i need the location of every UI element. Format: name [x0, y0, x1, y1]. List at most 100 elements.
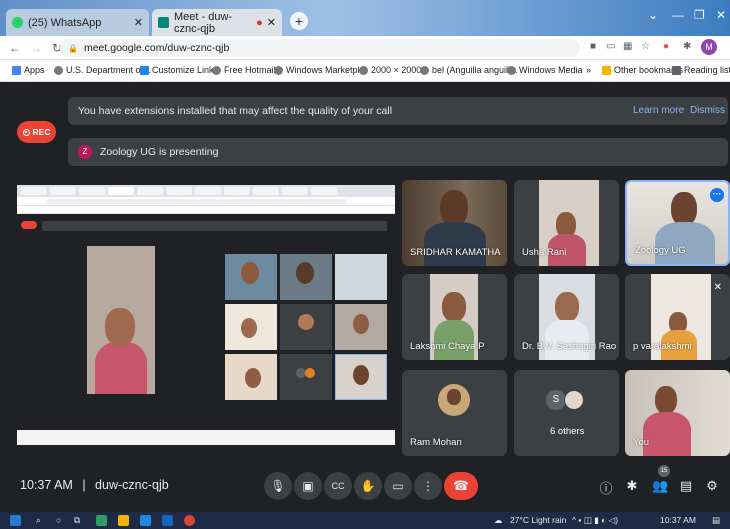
participant-tile[interactable]: Ram Mohan	[402, 370, 507, 456]
task-view-icon[interactable]: ⧉	[74, 515, 80, 526]
url-input[interactable]: 🔒 meet.google.com/duw-cznc-qjb	[60, 39, 580, 57]
camera-icon[interactable]: ■	[590, 41, 596, 52]
shared-tab	[195, 187, 221, 195]
more-options-icon[interactable]: ···	[710, 188, 724, 202]
screen: (25) WhatsApp ✕ Meet - duw-cznc-qjb ● ✕ …	[0, 0, 730, 529]
globe-icon	[212, 65, 221, 75]
person-shape	[440, 190, 468, 226]
puzzle-icon[interactable]: ✱	[683, 41, 691, 52]
learn-more-link[interactable]: Learn more	[633, 105, 684, 116]
system-clock[interactable]: 10:37 AM	[660, 515, 696, 525]
star-icon[interactable]: ☆	[641, 41, 650, 52]
bookmark-hotmail[interactable]: Free Hotmail	[212, 65, 276, 75]
tab-meet[interactable]: Meet - duw-cznc-qjb ● ✕	[152, 9, 282, 36]
shared-tile	[225, 254, 277, 300]
globe-icon	[359, 65, 368, 75]
participant-tile[interactable]: Usha Rani	[514, 180, 619, 266]
notifications-icon[interactable]: ▤	[712, 515, 720, 526]
shared-tab	[282, 187, 308, 195]
participant-tile[interactable]: SRIDHAR KAMATHA	[402, 180, 507, 266]
person-shape	[245, 368, 261, 388]
tab-whatsapp[interactable]: (25) WhatsApp ✕	[6, 9, 149, 36]
shared-screen	[17, 185, 395, 445]
bookmark-anguilla[interactable]: bel (Anguilla anguill...	[420, 65, 518, 75]
participant-tile-self[interactable]: You	[625, 370, 730, 456]
new-tab-button[interactable]: +	[290, 12, 308, 30]
participant-tile-others[interactable]: S 6 others	[514, 370, 619, 456]
weather-icon: ☁	[494, 515, 503, 525]
others-label: 6 others	[550, 426, 585, 437]
mail-icon[interactable]	[140, 515, 151, 526]
bookmark-apps[interactable]: Apps	[12, 65, 45, 75]
bookmark-2000[interactable]: 2000 × 2000	[359, 65, 421, 75]
shared-tab	[79, 187, 105, 195]
chat-icon[interactable]: ▤	[678, 478, 694, 494]
qr-icon[interactable]: ▦	[623, 41, 632, 52]
system-tray-icons[interactable]: ^ ▪ ◫ ▮ ◐ ◁)	[572, 515, 618, 526]
back-icon[interactable]: ←	[9, 41, 21, 55]
host-controls-icon[interactable]: ⚙	[704, 478, 720, 494]
profile-avatar[interactable]: M	[701, 39, 717, 55]
bookmark-other[interactable]: Other bookmarks	[602, 65, 683, 75]
captions-button[interactable]: CC	[324, 472, 352, 500]
shared-taskbar	[17, 430, 395, 445]
meeting-code: duw-cznc-qjb	[95, 478, 169, 492]
search-icon[interactable]: ⌕	[36, 515, 41, 526]
minimize-icon[interactable]: —	[672, 8, 684, 22]
chevron-down-icon[interactable]: ⌄	[648, 8, 658, 22]
shared-tile	[335, 254, 387, 300]
bookmarks-overflow[interactable]: »	[586, 65, 591, 75]
bookmark-media[interactable]: Windows Media	[507, 65, 583, 75]
people-icon[interactable]: 👥	[652, 478, 668, 494]
mic-button[interactable]: 🎙	[264, 472, 292, 500]
meeting-time: 10:37 AM	[20, 478, 73, 492]
weather-text[interactable]: 27°C Light rain	[510, 515, 566, 525]
bookmark-label: Windows Marketpl...	[286, 65, 368, 75]
more-options-button[interactable]: ⋮	[414, 472, 442, 500]
raise-hand-button[interactable]: ✋	[354, 472, 382, 500]
file-explorer-icon[interactable]	[118, 515, 129, 526]
person-shape	[105, 308, 135, 346]
chrome-icon[interactable]	[184, 515, 195, 526]
lock-icon: 🔒	[68, 43, 78, 53]
info-icon[interactable]: ⓘ	[598, 478, 614, 497]
cortana-icon[interactable]: ○	[56, 515, 61, 525]
participant-tile[interactable]: Dr. B.V. Seshagiri Rao	[514, 274, 619, 360]
maximize-icon[interactable]: ❐	[694, 8, 705, 22]
windows-start-icon[interactable]	[10, 515, 21, 526]
forward-icon[interactable]: →	[30, 41, 42, 55]
tab-whatsapp-label: (25) WhatsApp	[28, 16, 102, 29]
app-icon[interactable]	[96, 515, 107, 526]
person-shape	[643, 412, 691, 456]
participant-tile[interactable]: Lakshmi Chaya P	[402, 274, 507, 360]
participant-name: Ram Mohan	[410, 437, 462, 448]
close-icon[interactable]: ✕	[134, 16, 143, 29]
leave-call-button[interactable]: ☎	[444, 472, 478, 500]
bookmark-customize[interactable]: Customize Links	[140, 65, 218, 75]
dismiss-button[interactable]: Dismiss	[690, 105, 725, 116]
mic-icon: 🎙	[270, 479, 286, 493]
close-icon[interactable]: ✕	[267, 16, 276, 29]
windows-taskbar: ⌕ ○ ⧉ ☁ 27°C Light rain ^ ▪ ◫ ▮ ◐ ◁) 10:…	[0, 512, 730, 529]
bookmark-usdept[interactable]: U.S. Department of...	[54, 65, 151, 75]
participant-name: SRIDHAR KAMATHA	[410, 247, 501, 258]
cast-icon[interactable]: ▭	[606, 41, 615, 52]
camera-button[interactable]: ▣	[294, 472, 322, 500]
bookmark-reading[interactable]: Reading list	[672, 65, 730, 75]
participant-tile[interactable]: ✕ p varalakshmi	[625, 274, 730, 360]
bookmark-marketplace[interactable]: Windows Marketpl...	[274, 65, 367, 75]
person-shape	[447, 389, 461, 405]
shared-meet-view	[17, 214, 395, 445]
store-icon[interactable]	[162, 515, 173, 526]
present-button[interactable]: ▭	[384, 472, 412, 500]
activities-icon[interactable]: ✱	[624, 478, 640, 494]
extension-icon[interactable]: ●	[663, 41, 669, 52]
shared-banner	[42, 221, 387, 231]
bookmark-label: Apps	[24, 65, 45, 75]
person-shape	[442, 292, 466, 322]
shared-tile	[280, 254, 332, 300]
close-window-icon[interactable]: ✕	[716, 8, 726, 22]
participant-tile-active[interactable]: ··· Zoology UG	[625, 180, 730, 266]
people-count-badge: 15	[658, 465, 670, 477]
address-bar: ← → ↻ 🔒 meet.google.com/duw-cznc-qjb ■ ▭…	[0, 36, 730, 60]
